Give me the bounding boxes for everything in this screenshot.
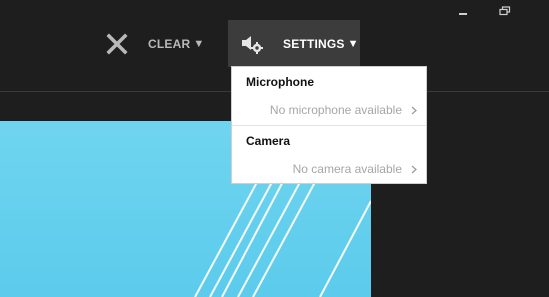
minimize-icon (459, 13, 467, 15)
chevron-right-icon (411, 106, 417, 115)
settings-dropdown: Microphone No microphone available Camer… (231, 66, 427, 184)
dropdown-separator (232, 125, 426, 126)
clear-label: CLEAR (148, 37, 191, 51)
clear-dropdown[interactable]: CLEAR ▼ (148, 36, 204, 52)
settings-label-group: SETTINGS ▼ (283, 36, 359, 52)
close-icon[interactable] (105, 32, 129, 56)
chevron-right-icon (411, 165, 417, 174)
microphone-status: No microphone available (269, 103, 402, 117)
speaker-gear-icon (242, 36, 263, 54)
minimize-button[interactable] (453, 4, 473, 18)
camera-status: No camera available (292, 162, 402, 176)
caret-down-icon: ▼ (193, 38, 205, 50)
microphone-title: Microphone (246, 75, 314, 89)
settings-button[interactable]: SETTINGS ▼ (228, 20, 360, 67)
caret-down-icon: ▼ (347, 38, 359, 50)
microphone-option[interactable]: No microphone available (232, 99, 426, 121)
settings-label: SETTINGS (283, 37, 345, 51)
camera-option[interactable]: No camera available (232, 158, 426, 180)
restore-icon (499, 6, 511, 16)
camera-title: Camera (246, 134, 291, 148)
restore-button[interactable] (495, 4, 515, 18)
